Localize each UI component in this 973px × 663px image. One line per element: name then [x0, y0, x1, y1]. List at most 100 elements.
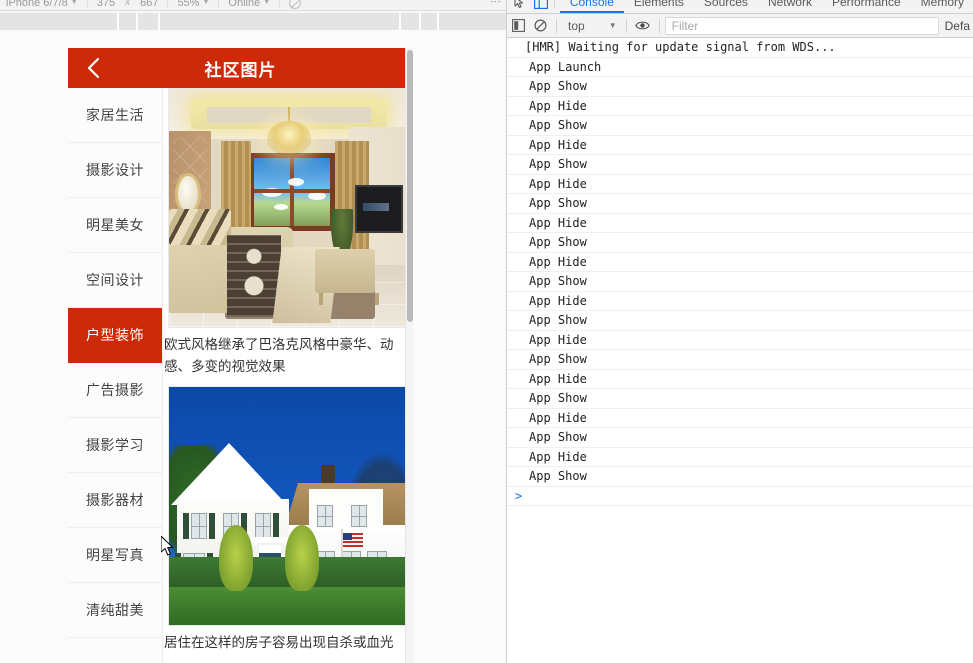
- cloud: [262, 188, 282, 197]
- clear-console-icon[interactable]: [529, 15, 551, 37]
- device-select[interactable]: iPhone 6/7/8 ▼: [0, 0, 84, 9]
- console-log-entry: App Hide: [507, 97, 973, 116]
- tab-network[interactable]: Network: [758, 0, 822, 13]
- category-label: 摄影器材: [86, 492, 144, 508]
- device-width-value: 375: [96, 0, 116, 9]
- console-log-entry: App Show: [507, 155, 973, 175]
- chevron-down-icon: ▼: [263, 0, 271, 6]
- viewport-scrollbar[interactable]: [405, 48, 413, 663]
- device-name-label: iPhone 6/7/8: [6, 0, 68, 9]
- lawn: [169, 585, 407, 625]
- tab-sources[interactable]: Sources: [694, 0, 758, 13]
- category-item-8[interactable]: 明星写真: [68, 528, 162, 583]
- device-height-input[interactable]: 667: [134, 0, 164, 9]
- cloud: [288, 178, 304, 186]
- console-log-entry: App Show: [507, 350, 973, 370]
- app-header: 社区图片: [68, 48, 413, 88]
- console-log-entry: App Hide: [507, 448, 973, 467]
- console-log-entry: App Launch: [507, 58, 973, 77]
- placeholder-cell: [118, 13, 136, 30]
- inspect-element-icon[interactable]: [511, 0, 528, 12]
- mobile-app-viewport: 社区图片 家居生活 摄影设计 明星美女 空间设计 户型装饰 广告摄影 摄影学习 …: [68, 48, 413, 663]
- screen-root: iPhone 6/7/8 ▼ 375 x 667 55% ▼ Online ▼: [0, 0, 973, 663]
- category-item-9[interactable]: 清纯甜美: [68, 583, 162, 638]
- console-log-entry: App Hide: [507, 214, 973, 233]
- tab-label: Performance: [831, 0, 901, 9]
- toolbar-divider-4: [279, 0, 281, 8]
- tab-label: Network: [767, 0, 812, 9]
- device-toolbar-icon[interactable]: [532, 0, 549, 12]
- category-item-5[interactable]: 广告摄影: [68, 363, 162, 418]
- console-log-entry: App Show: [507, 116, 973, 136]
- placeholder-cell: [439, 13, 506, 30]
- console-log-entry: App Hide: [507, 175, 973, 194]
- toolbar-divider-2: [167, 0, 169, 8]
- card-caption: 居住在这样的房子容易出现自杀或血光: [164, 635, 394, 650]
- shrub: [219, 525, 253, 591]
- device-width-input[interactable]: 375: [91, 0, 121, 9]
- shutter: [273, 513, 279, 539]
- tab-performance[interactable]: Performance: [822, 0, 911, 13]
- feed-card-1[interactable]: 居住在这样的房子容易出现自杀或血光: [163, 386, 413, 662]
- console-sidebar-icon[interactable]: [507, 15, 529, 37]
- console-filter-bar: top ▼ Filter Defa: [507, 14, 973, 38]
- category-sidebar[interactable]: 家居生活 摄影设计 明星美女 空间设计 户型装饰 广告摄影 摄影学习 摄影器材 …: [68, 88, 163, 663]
- console-log-entry: App Show: [507, 272, 973, 292]
- console-log-entry: App Show: [507, 233, 973, 253]
- page-placeholder-bar: [0, 13, 506, 30]
- log-levels-select[interactable]: Defa: [945, 19, 973, 33]
- category-item-4-selected[interactable]: 户型装饰: [68, 308, 162, 363]
- placeholder-cell: [401, 13, 420, 30]
- more-options-icon[interactable]: ⋮: [489, 0, 501, 7]
- app-content: 家居生活 摄影设计 明星美女 空间设计 户型装饰 广告摄影 摄影学习 摄影器材 …: [68, 88, 413, 663]
- white-suburban-house-photo[interactable]: [168, 386, 408, 626]
- category-item-7[interactable]: 摄影器材: [68, 473, 162, 528]
- dormer-window: [317, 505, 333, 527]
- console-log-entry: App Show: [507, 428, 973, 448]
- european-style-bedroom-photo[interactable]: [168, 88, 408, 328]
- tab-divider: [554, 0, 555, 9]
- tab-elements[interactable]: Elements: [624, 0, 694, 13]
- execution-context-select[interactable]: top ▼: [562, 19, 621, 33]
- placeholder-cell: [0, 13, 117, 30]
- bed-bench: [315, 249, 379, 305]
- card-caption: 欧式风格继承了巴洛克风格中豪华、动感、多变的视觉效果: [164, 337, 394, 374]
- device-height-value: 667: [140, 0, 159, 9]
- category-item-6[interactable]: 摄影学习: [68, 418, 162, 473]
- console-log-entry: App Hide: [507, 253, 973, 272]
- console-log-list[interactable]: [HMR] Waiting for update signal from WDS…: [507, 38, 973, 663]
- live-expression-icon[interactable]: [632, 15, 654, 37]
- category-item-3[interactable]: 空间设计: [68, 253, 162, 308]
- category-item-0[interactable]: 家居生活: [68, 88, 162, 143]
- toolbar-divider: [86, 0, 88, 8]
- device-emulation-pane: iPhone 6/7/8 ▼ 375 x 667 55% ▼ Online ▼: [0, 0, 506, 663]
- throttling-select[interactable]: Online ▼: [222, 0, 276, 9]
- category-label: 家居生活: [86, 107, 144, 123]
- category-item-1[interactable]: 摄影设计: [68, 143, 162, 198]
- zoom-select[interactable]: 55% ▼: [171, 0, 215, 9]
- toolbar-divider-3: [218, 0, 220, 8]
- category-label: 清纯甜美: [86, 602, 144, 618]
- shutter: [183, 513, 189, 539]
- placeholder-cell: [137, 13, 158, 30]
- tab-console[interactable]: Console: [560, 0, 624, 13]
- dormer-window: [351, 505, 367, 527]
- filter-placeholder: Filter: [671, 18, 699, 33]
- flag: [341, 529, 363, 563]
- category-label: 空间设计: [86, 272, 144, 288]
- tab-memory[interactable]: Memory: [911, 0, 973, 13]
- window: [255, 513, 271, 539]
- image-feed[interactable]: 欧式风格继承了巴洛克风格中豪华、动感、多变的视觉效果 居住在这样的房子容易出现自…: [163, 88, 413, 663]
- rotate-icon: [289, 0, 302, 9]
- back-chevron-icon[interactable]: [78, 48, 108, 88]
- console-filter-input[interactable]: Filter: [664, 16, 939, 35]
- placeholder-cell: [421, 13, 438, 30]
- feed-card-0[interactable]: 欧式风格继承了巴洛克风格中豪华、动感、多变的视觉效果: [163, 88, 413, 386]
- pillows: [169, 209, 231, 245]
- tab-label: Elements: [633, 0, 684, 9]
- console-input-prompt[interactable]: >: [507, 487, 973, 506]
- category-item-2[interactable]: 明星美女: [68, 198, 162, 253]
- scrollbar-thumb[interactable]: [407, 50, 413, 322]
- rotate-button[interactable]: [283, 0, 307, 9]
- placeholder-cell: [159, 13, 400, 30]
